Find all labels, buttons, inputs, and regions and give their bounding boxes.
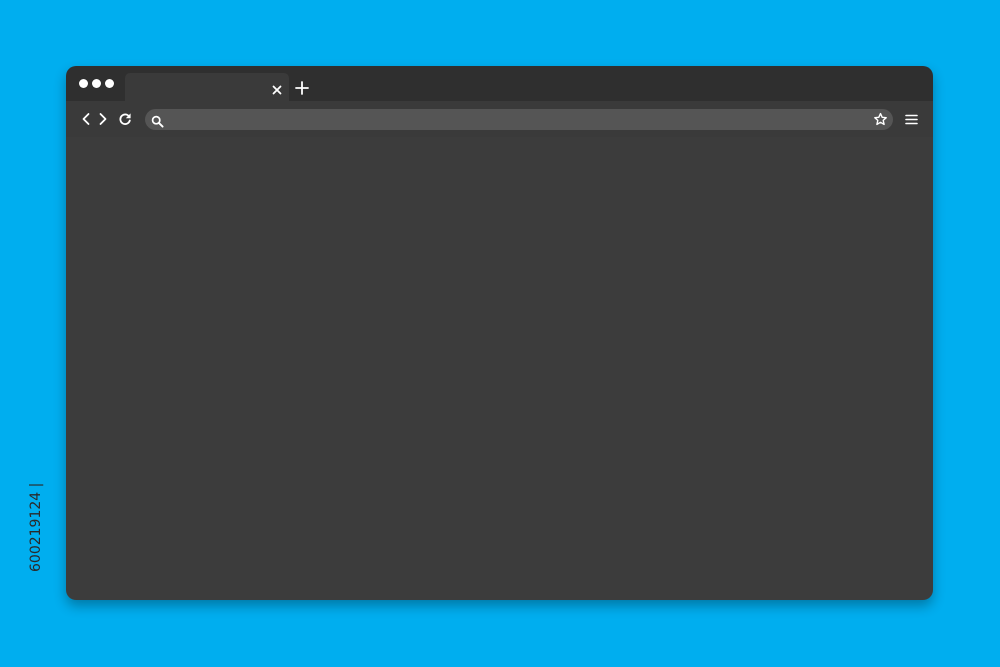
address-bar[interactable] xyxy=(145,109,893,130)
image-id-label: 600219124 | xyxy=(22,432,44,572)
tab-strip xyxy=(66,66,933,101)
chevron-right-icon[interactable] xyxy=(95,111,111,127)
browser-tab[interactable] xyxy=(125,73,289,101)
close-icon[interactable] xyxy=(271,81,283,95)
window-controls xyxy=(79,79,118,88)
page-viewport xyxy=(66,137,933,600)
address-input[interactable] xyxy=(169,111,859,128)
window-dot-icon[interactable] xyxy=(79,79,88,88)
window-dot-icon[interactable] xyxy=(92,79,101,88)
reload-icon[interactable] xyxy=(117,111,133,127)
window-dot-icon[interactable] xyxy=(105,79,114,88)
browser-toolbar xyxy=(66,101,933,137)
search-icon xyxy=(151,113,164,128)
browser-window xyxy=(66,66,933,600)
image-id-text: 600219124 | xyxy=(28,482,44,572)
hamburger-menu-icon[interactable] xyxy=(904,112,919,127)
plus-icon[interactable] xyxy=(295,80,309,95)
star-icon[interactable] xyxy=(873,112,888,127)
chevron-left-icon[interactable] xyxy=(78,111,94,127)
tab-title xyxy=(135,79,255,95)
